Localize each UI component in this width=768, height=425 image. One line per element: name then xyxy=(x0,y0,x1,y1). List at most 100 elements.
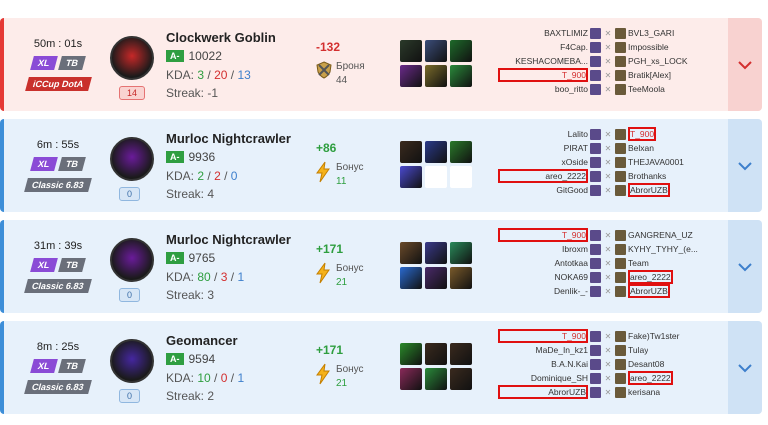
player-name-right[interactable]: Fake)Tw1ster xyxy=(628,331,680,341)
player-name-right[interactable]: AbrorUZB xyxy=(628,284,670,298)
item-icon xyxy=(425,343,447,365)
item-icon xyxy=(400,368,422,390)
player-name-left[interactable]: Ibroxm xyxy=(498,244,588,254)
hero-name: Geomancer xyxy=(166,333,238,348)
player-name-left[interactable]: boo_ritto xyxy=(498,84,588,94)
player-name-left[interactable]: Denlik-_- xyxy=(498,286,588,296)
hero-icon xyxy=(615,344,626,356)
kda-kills: 3 xyxy=(197,68,205,82)
player-name-right[interactable]: GANGRENA_UZ xyxy=(628,230,693,240)
game-mode-badge: iCCup DotA xyxy=(24,77,92,91)
player-name-right[interactable]: THEJAVA0001 xyxy=(628,157,684,167)
player-name-right[interactable]: Impossible xyxy=(628,42,669,52)
item-icon xyxy=(450,65,472,87)
match-meta: 31m : 39s XL TB Classic 6.83 xyxy=(18,240,98,294)
player-name-right[interactable]: Bratik[Alex] xyxy=(628,70,671,80)
player-row: MaDe_In_kz1 ✕ Tulay xyxy=(498,343,728,357)
expand-button[interactable] xyxy=(728,119,762,212)
bonus-label: Бонус xyxy=(336,162,364,173)
player-name-left[interactable]: B.A.N.Kai xyxy=(498,359,588,369)
match-card[interactable]: 50m : 01s XL TB iCCup DotA 14 Clockwerk Gobli… xyxy=(0,18,762,111)
tag-tb: TB xyxy=(57,157,86,171)
kda-assists: 1 xyxy=(237,270,245,284)
swords-icon: ✕ xyxy=(604,373,612,383)
swords-icon: ✕ xyxy=(604,258,612,268)
player-name-right[interactable]: Team xyxy=(628,258,649,268)
match-card[interactable]: 6m : 55s XL TB Classic 6.83 0 Murloc Nightcra… xyxy=(0,119,762,212)
player-name-right[interactable]: BVL3_GARI xyxy=(628,28,674,38)
swords-icon: ✕ xyxy=(604,56,612,66)
player-name-left[interactable]: Lalito xyxy=(498,129,588,139)
player-name-right[interactable]: T_900 xyxy=(628,127,657,141)
kda: KDA: 10 / 0 / 1 xyxy=(166,371,245,385)
hero-icon xyxy=(615,142,626,154)
item-icon xyxy=(450,242,472,264)
item-grid xyxy=(400,343,472,390)
player-row: NOKA69 ✕ areo_2222 xyxy=(498,270,728,284)
player-row: areo_2222 ✕ Brothanks xyxy=(498,169,728,183)
player-name-left[interactable]: Dominique_SH xyxy=(498,373,588,383)
player-name-left[interactable]: areo_2222 xyxy=(498,169,588,183)
player-name-right[interactable]: areo_2222 xyxy=(628,270,673,284)
kda-label: KDA: xyxy=(166,270,195,284)
player-name-right[interactable]: Desant08 xyxy=(628,359,664,369)
rank-badge: A- xyxy=(166,50,184,62)
player-name-left[interactable]: AbrorUZB xyxy=(498,385,588,399)
swords-icon: ✕ xyxy=(604,84,612,94)
team-roster: T_900 ✕ GANGRENA_UZ Ibroxm ✕ KYHY_TYHY_(e... A… xyxy=(498,228,728,298)
player-name-left[interactable]: F4Cap. xyxy=(498,42,588,52)
kda-kills: 2 xyxy=(197,169,205,183)
player-name-right[interactable]: Tulay xyxy=(628,345,648,355)
player-name-left[interactable]: MaDe_In_kz1 xyxy=(498,345,588,355)
kda-label: KDA: xyxy=(166,371,195,385)
player-name-right[interactable]: PGH_xs_LOCK xyxy=(628,56,688,66)
hero-icon xyxy=(615,41,626,53)
player-name-right[interactable]: TeeMoola xyxy=(628,84,665,94)
player-name-left[interactable]: KESHACOMEBA... xyxy=(498,56,588,66)
game-mode-badge: Classic 6.83 xyxy=(24,178,92,192)
item-icon xyxy=(425,267,447,289)
player-row: BAXTLIMIZ ✕ BVL3_GARI xyxy=(498,26,728,40)
player-name-right[interactable]: Brothanks xyxy=(628,171,666,181)
hero-name: Murloc Nightcrawler xyxy=(166,232,291,247)
player-name-left[interactable]: xOside xyxy=(498,157,588,167)
kda-label: KDA: xyxy=(166,169,195,183)
streak: Streak: 2 xyxy=(166,389,215,403)
expand-button[interactable] xyxy=(728,18,762,111)
hero-icon xyxy=(615,257,626,269)
player-name-right[interactable]: kerisana xyxy=(628,387,660,397)
rating-row: A- 9594 xyxy=(166,352,215,366)
player-name-left[interactable]: T_900 xyxy=(498,68,588,82)
player-name-right[interactable]: KYHY_TYHY_(e... xyxy=(628,244,698,254)
expand-button[interactable] xyxy=(728,220,762,313)
player-name-left[interactable]: BAXTLIMIZ xyxy=(498,28,588,38)
swords-icon: ✕ xyxy=(604,244,612,254)
expand-button[interactable] xyxy=(728,321,762,414)
match-duration: 31m : 39s xyxy=(33,240,83,252)
hero-icon xyxy=(615,184,626,196)
hero-icon xyxy=(590,156,601,168)
player-name-left[interactable]: T_900 xyxy=(498,329,588,343)
player-row: F4Cap. ✕ Impossible xyxy=(498,40,728,54)
rank-badge: A- xyxy=(166,151,184,163)
player-name-left[interactable]: GitGood xyxy=(498,185,588,195)
player-name-left[interactable]: PIRAT xyxy=(498,143,588,153)
match-meta: 6m : 55s XL TB Classic 6.83 xyxy=(18,139,98,193)
tag-xl: XL xyxy=(30,258,58,272)
hero-icon xyxy=(590,257,601,269)
player-name-right[interactable]: AbrorUZB xyxy=(628,183,670,197)
match-card[interactable]: 8m : 25s XL TB Classic 6.83 0 Geomancer A- 9594… xyxy=(0,321,762,414)
item-icon xyxy=(425,242,447,264)
player-name-left[interactable]: Antotkaa xyxy=(498,258,588,268)
player-name-right[interactable]: Belxan xyxy=(628,143,654,153)
hero-icon xyxy=(615,69,626,81)
player-name-left[interactable]: NOKA69 xyxy=(498,272,588,282)
match-card[interactable]: 31m : 39s XL TB Classic 6.83 0 Murloc Nightcr… xyxy=(0,220,762,313)
tag-tb: TB xyxy=(57,359,86,373)
player-name-right[interactable]: areo_2222 xyxy=(628,371,673,385)
hero-icon xyxy=(590,344,601,356)
swords-icon: ✕ xyxy=(604,272,612,282)
rating-row: A- 10022 xyxy=(166,49,222,63)
player-name-left[interactable]: T_900 xyxy=(498,228,588,242)
hero-level-badge: 0 xyxy=(119,288,141,302)
